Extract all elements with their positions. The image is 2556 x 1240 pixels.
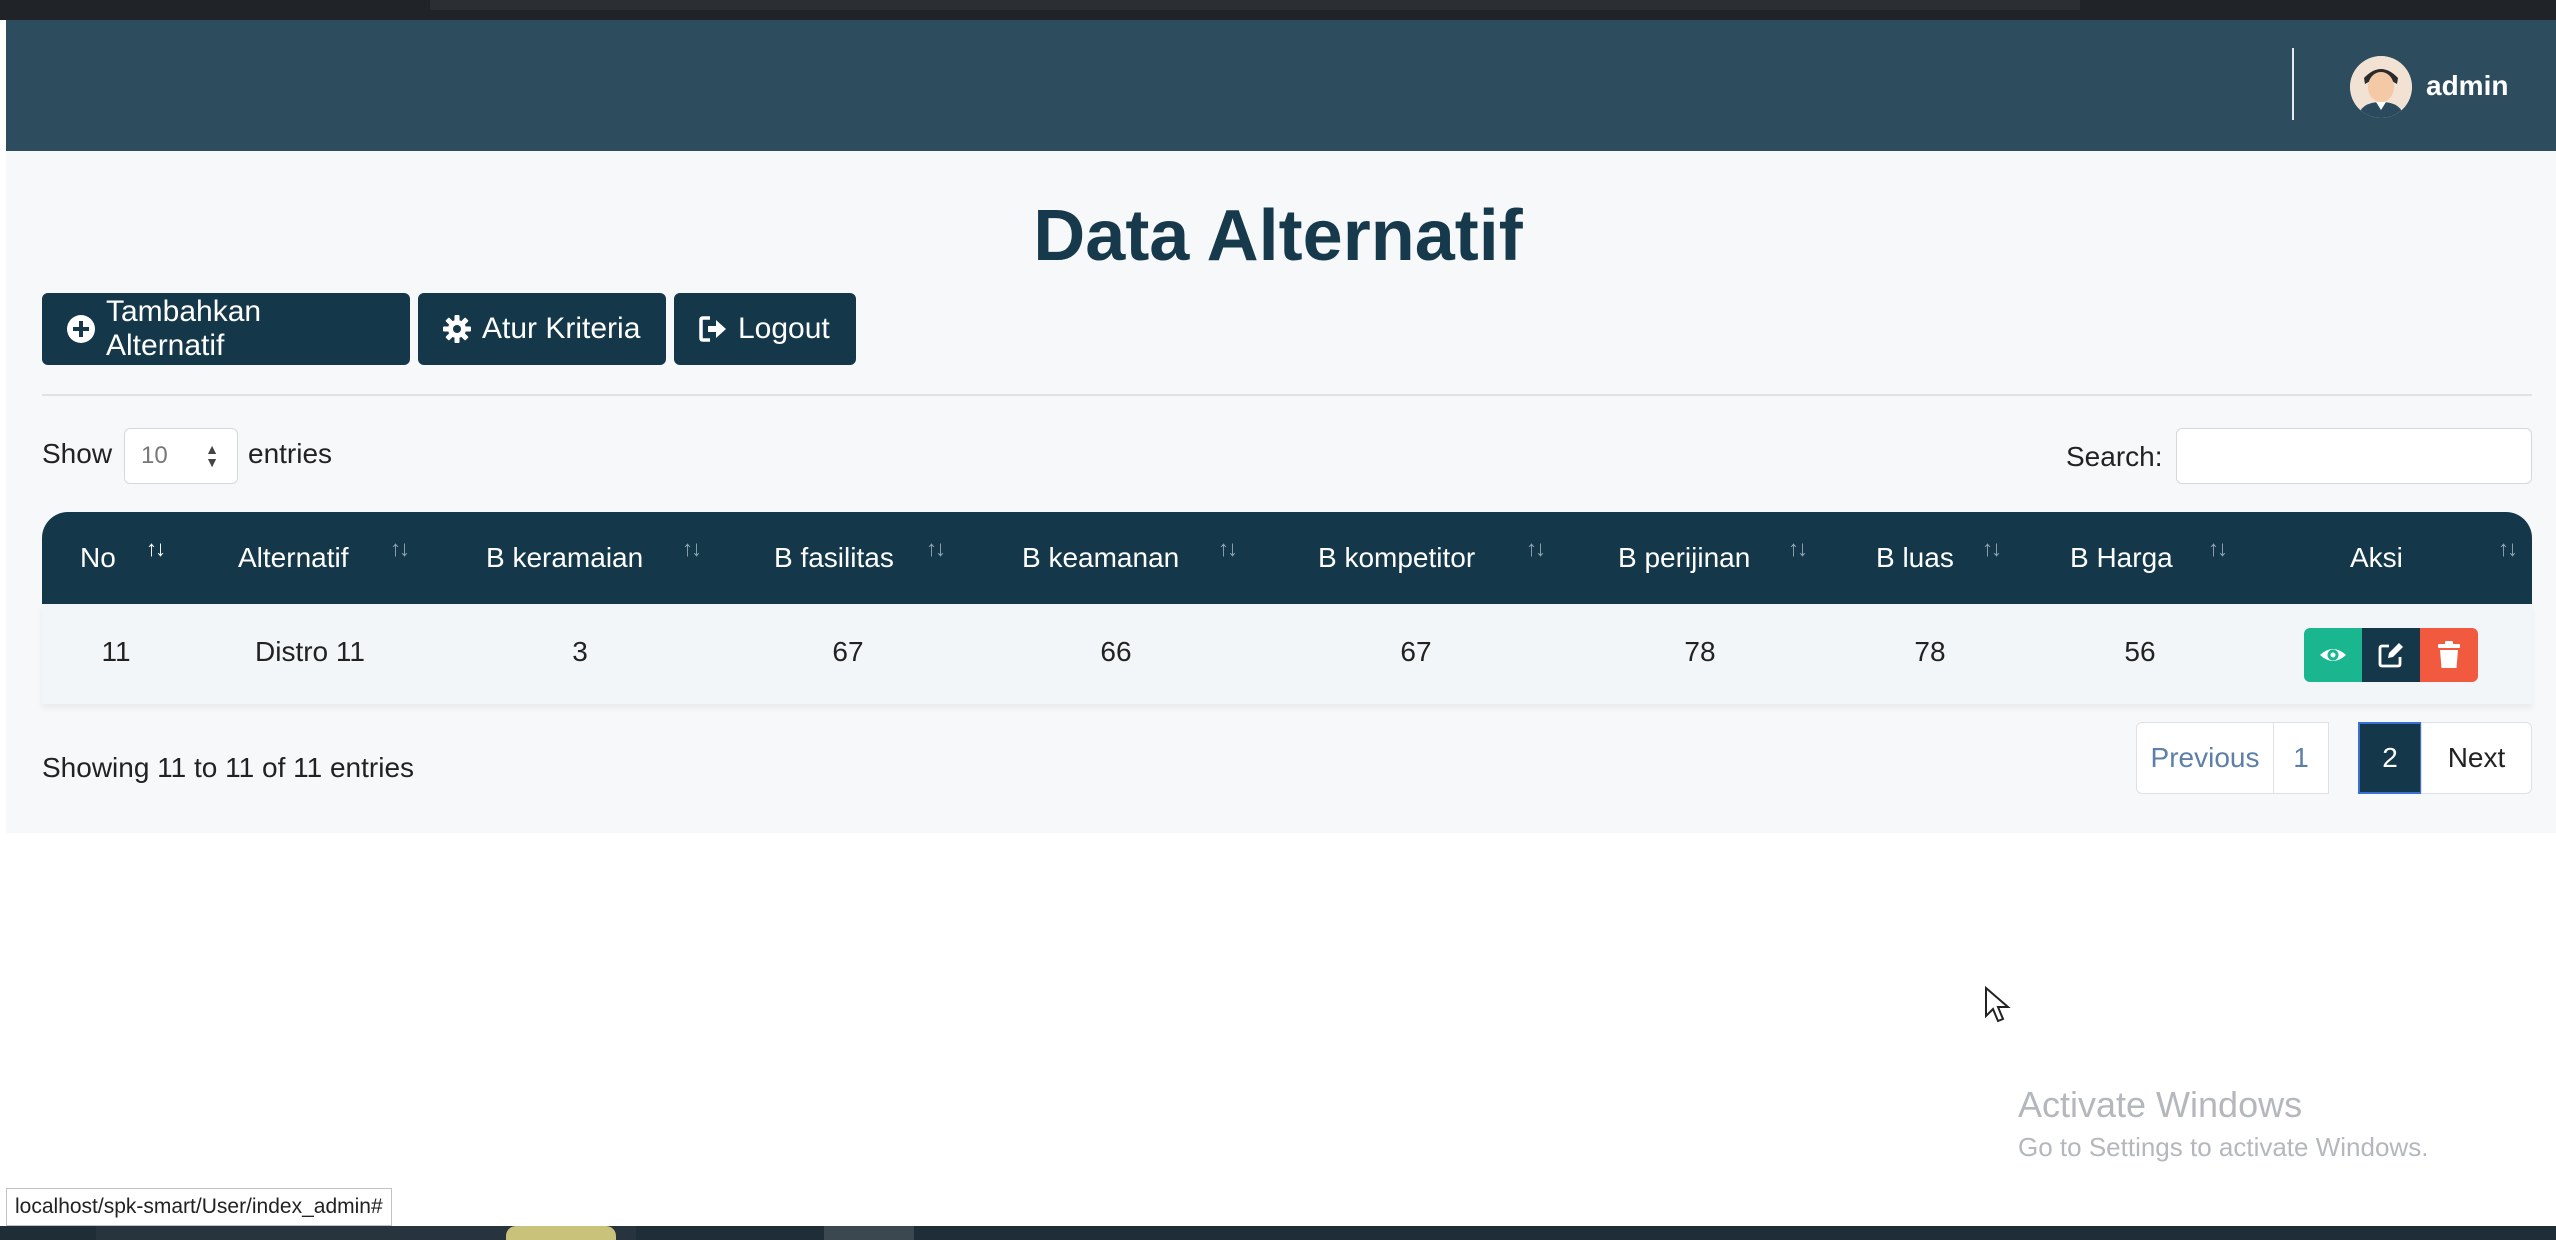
activate-windows-title: Activate Windows: [2018, 1084, 2303, 1125]
add-alternative-label: Tambahkan Alternatif: [106, 295, 262, 362]
user-name[interactable]: admin: [2426, 70, 2508, 102]
cell-harga: 56: [2124, 636, 2156, 667]
column-header-kompetitor[interactable]: B kompetitor: [1318, 512, 1475, 604]
page-length-value: 10: [141, 442, 168, 469]
taskbar-app-icon[interactable]: [506, 1226, 616, 1240]
entries-label: entries: [248, 438, 333, 469]
pagination-next[interactable]: Next: [2421, 722, 2532, 794]
taskbar: [0, 1226, 2556, 1240]
add-alternative-button[interactable]: Tambahkan Alternatif: [42, 293, 410, 365]
sort-icon[interactable]: ↑↓: [390, 536, 410, 562]
screen: admin Data Alternatif Tambahkan Alternat…: [0, 0, 2556, 1240]
column-header-harga[interactable]: B Harga: [2070, 512, 2173, 604]
edit-icon: [2378, 643, 2403, 668]
sort-icon[interactable]: ↑↓: [2498, 536, 2518, 562]
column-header-keamanan[interactable]: B keamanan: [1022, 512, 1179, 604]
user-avatar[interactable]: [2350, 56, 2412, 118]
browser-top-strip: [0, 0, 2556, 20]
plus-circle-icon: [67, 315, 95, 343]
sort-icon[interactable]: ↑↓: [1982, 536, 2002, 562]
taskbar-segment: [824, 1226, 914, 1240]
cell-alternatif: Distro 11: [255, 636, 365, 667]
logout-icon: [699, 316, 726, 342]
top-navbar: [6, 20, 2556, 151]
cell-luas: 78: [1914, 636, 1946, 667]
column-header-no[interactable]: No: [80, 512, 116, 604]
navbar-divider: [2292, 48, 2294, 120]
search-label: Search:: [2066, 441, 2163, 472]
edit-button[interactable]: [2362, 628, 2420, 682]
cell-no: 11: [101, 636, 131, 667]
column-header-keramaian[interactable]: B keramaian: [486, 512, 643, 604]
gear-icon: [443, 315, 471, 343]
set-criteria-button[interactable]: Atur Kriteria: [418, 293, 666, 365]
set-criteria-label: Atur Kriteria: [482, 312, 641, 345]
avatar-icon: [2350, 56, 2412, 118]
sort-icon[interactable]: ↑↓: [1526, 536, 1546, 562]
delete-button[interactable]: [2420, 628, 2478, 682]
cell-keamanan: 66: [1100, 636, 1132, 667]
table-info: Showing 11 to 11 of 11 entries: [42, 752, 415, 783]
pagination-page-2[interactable]: 2: [2358, 722, 2422, 794]
column-header-fasilitas[interactable]: B fasilitas: [774, 512, 894, 604]
cell-fasilitas: 67: [832, 636, 864, 667]
column-header-aksi[interactable]: Aksi: [2350, 512, 2403, 604]
eye-icon: [2320, 649, 2346, 661]
cell-perijinan: 78: [1684, 636, 1716, 667]
toolbar-divider: [42, 394, 2532, 396]
table-header: No ↑↓ Alternatif ↑↓ B keramaian ↑↓ B fas…: [42, 512, 2532, 604]
logout-button[interactable]: Logout: [674, 293, 856, 365]
view-button[interactable]: [2304, 628, 2362, 682]
pagination-page-1[interactable]: 1: [2273, 722, 2329, 794]
select-arrows-icon: ▲ ▼: [205, 441, 219, 470]
browser-tab-bar: [430, 0, 2080, 10]
search-input[interactable]: [2176, 428, 2532, 484]
column-header-perijinan[interactable]: B perijinan: [1618, 512, 1750, 604]
cell-keramaian: 3: [572, 636, 588, 667]
sort-icon[interactable]: ↑↓: [1218, 536, 1238, 562]
sort-icon[interactable]: ↑↓: [1788, 536, 1808, 562]
page-length-select[interactable]: 10 ▲ ▼: [124, 428, 238, 484]
trash-icon: [2438, 641, 2460, 668]
cell-kompetitor: 67: [1400, 636, 1432, 667]
pagination-previous[interactable]: Previous: [2136, 722, 2274, 794]
mouse-cursor-icon: [1985, 986, 2011, 1023]
show-label: Show: [42, 438, 113, 469]
sort-icon[interactable]: ↑↓: [146, 536, 166, 562]
column-header-alternatif[interactable]: Alternatif: [238, 512, 349, 604]
column-header-luas[interactable]: B luas: [1876, 512, 1954, 604]
sort-icon[interactable]: ↑↓: [682, 536, 702, 562]
status-bar-url: localhost/spk-smart/User/index_admin#: [6, 1188, 392, 1226]
page-title: Data Alternatif: [1033, 196, 1523, 276]
sort-icon[interactable]: ↑↓: [2208, 536, 2228, 562]
activate-windows-subtitle: Go to Settings to activate Windows.: [2018, 1132, 2429, 1162]
logout-label: Logout: [738, 312, 830, 345]
sort-icon[interactable]: ↑↓: [926, 536, 946, 562]
